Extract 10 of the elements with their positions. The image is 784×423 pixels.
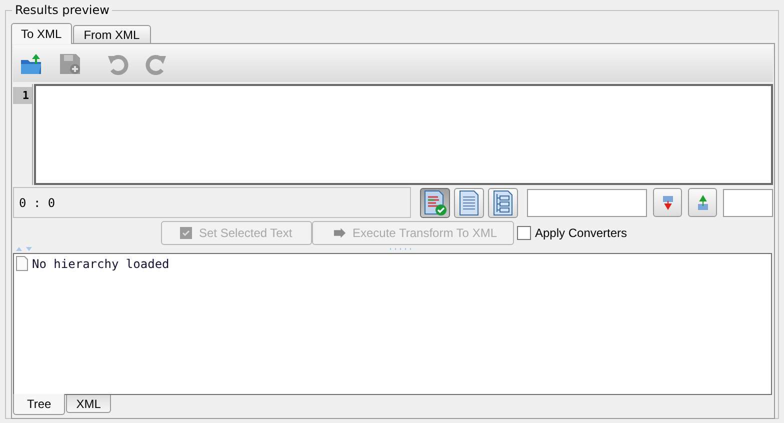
tab[interactable]: Tree: [13, 394, 66, 415]
checkbox-label: Apply Converters: [535, 226, 628, 240]
tab[interactable]: XML: [66, 395, 111, 413]
line-number: 1: [13, 87, 32, 104]
tree-item[interactable]: No hierarchy loaded: [32, 256, 170, 270]
cursor-position: 0 : 0: [13, 187, 412, 218]
tree-view[interactable]: No hierarchy loaded: [13, 253, 772, 395]
group-title: Results preview: [12, 3, 112, 17]
tab[interactable]: To XML: [11, 23, 72, 44]
tab[interactable]: From XML: [72, 25, 151, 43]
